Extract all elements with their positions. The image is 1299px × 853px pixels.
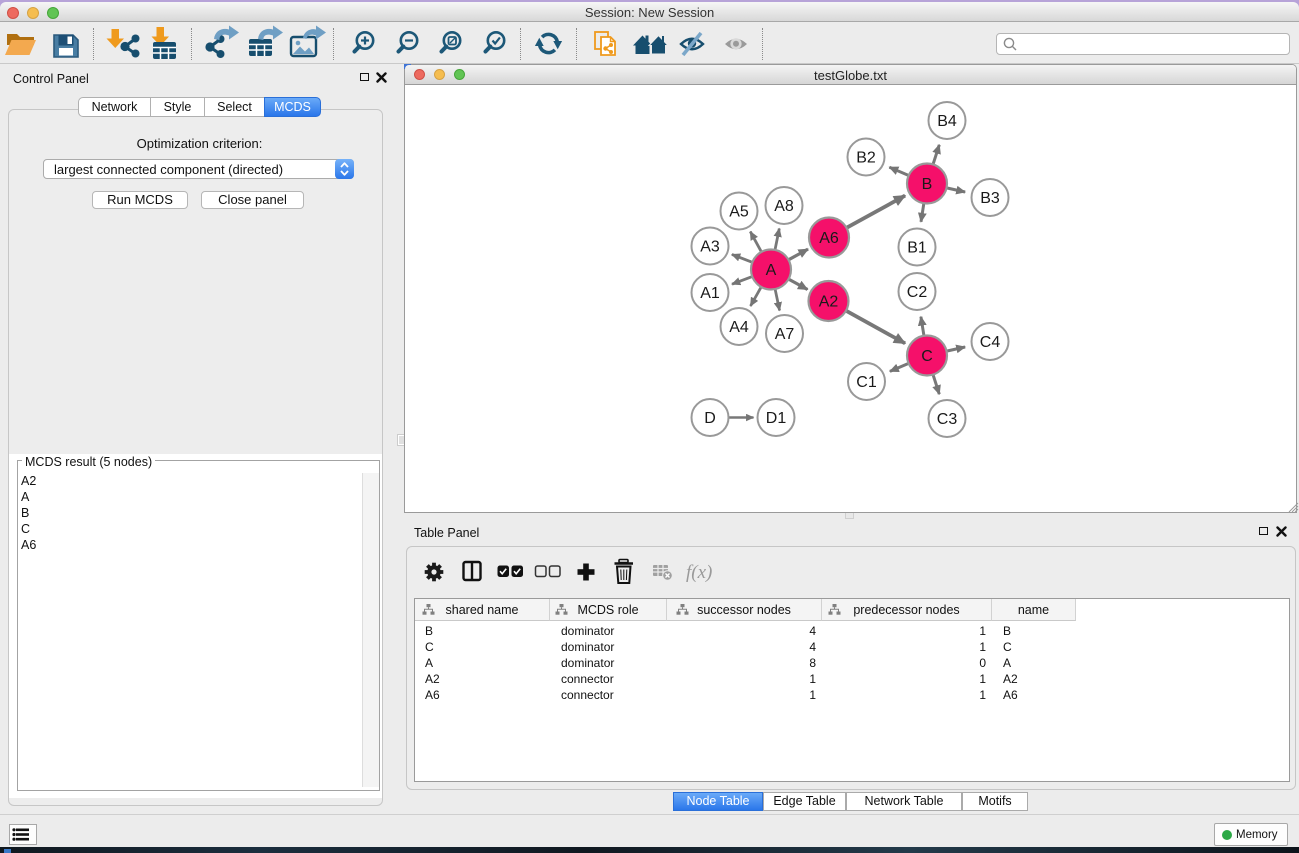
svg-text:C2: C2: [907, 284, 928, 301]
svg-text:D1: D1: [766, 410, 787, 427]
svg-text:A2: A2: [819, 294, 839, 311]
svg-text:A3: A3: [700, 239, 720, 256]
svg-text:C: C: [921, 348, 933, 365]
svg-text:B3: B3: [980, 190, 1000, 207]
svg-text:B4: B4: [937, 113, 957, 130]
svg-text:D: D: [704, 410, 716, 427]
svg-text:C1: C1: [856, 374, 877, 391]
svg-text:A6: A6: [819, 230, 839, 247]
svg-text:A4: A4: [729, 319, 749, 336]
svg-text:A1: A1: [700, 285, 720, 302]
svg-text:A7: A7: [775, 326, 795, 343]
svg-text:B2: B2: [856, 150, 876, 167]
svg-text:A: A: [766, 262, 777, 279]
svg-text:B1: B1: [907, 240, 927, 257]
svg-text:C3: C3: [937, 411, 958, 428]
svg-text:B: B: [922, 176, 933, 193]
svg-text:f(x): f(x): [686, 562, 712, 583]
svg-text:C4: C4: [980, 334, 1001, 351]
svg-text:A5: A5: [729, 204, 749, 221]
svg-text:A8: A8: [774, 198, 794, 215]
